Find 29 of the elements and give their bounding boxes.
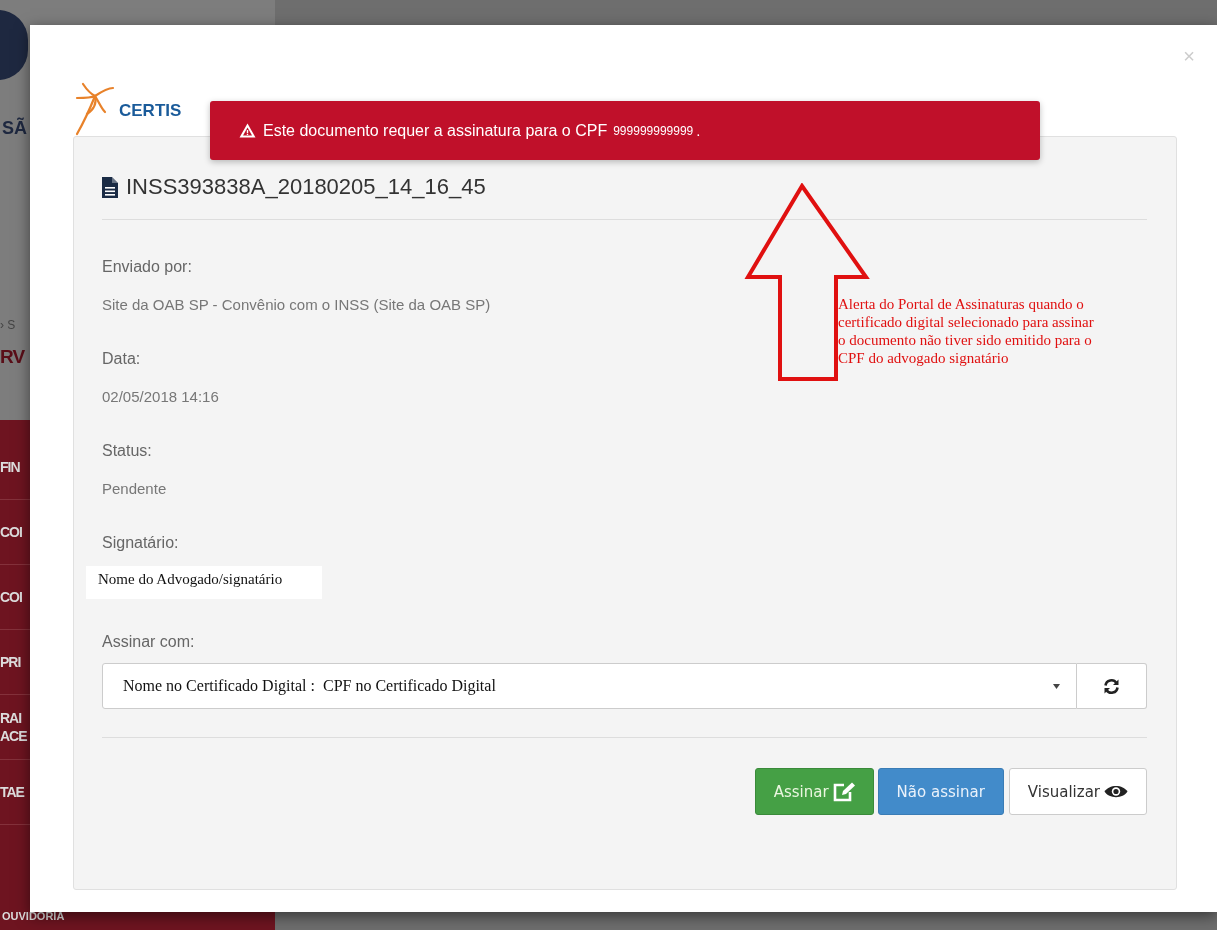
cpf-number: 999999999999 — [613, 123, 694, 138]
field-value: 02/05/2018 14:16 — [102, 388, 219, 407]
refresh-icon — [1103, 677, 1120, 695]
alert-period: . — [696, 122, 701, 139]
certificate-select[interactable]: Nome no Certificado Digital : CPF no Certificado Digital — [102, 663, 1077, 709]
field-value: Pendente — [102, 480, 167, 499]
annotation-text: Alerta do Portal de Assinaturas quando o certificado digital selecionado para assinar o documento não tiver sido emitido para o CPF do advogado signatário — [838, 295, 1095, 367]
eye-icon — [1104, 784, 1128, 799]
field-label: Enviado por: — [102, 258, 192, 277]
menu-item[interactable]: OUVIDORIA — [0, 910, 275, 930]
edit-icon — [832, 781, 855, 802]
logo-text: CERTIS — [119, 101, 182, 121]
warning-icon — [239, 123, 256, 138]
field-label: Signatário: — [102, 534, 179, 553]
page-heading: RV — [0, 346, 25, 368]
caret-icon — [1053, 683, 1060, 689]
document-title: INSS393838A_20180205_14_16_45 — [126, 174, 486, 200]
field-label: Assinar com: — [102, 633, 195, 652]
alert-message: Este documento requer a assinatura para o CPF — [263, 121, 608, 140]
field-value: Site da OAB SP - Convênio com o INSS (Site da OAB SP) — [102, 296, 491, 315]
view-button[interactable]: Visualizar — [1008, 768, 1147, 815]
document-icon — [102, 176, 118, 198]
site-logo-text: SÃ — [2, 118, 27, 139]
breadcrumb: › S — [0, 318, 16, 332]
field-label: Data: — [102, 350, 141, 369]
field-value: Nome do Advogado/signatário — [86, 566, 322, 599]
logo-icon — [73, 80, 117, 136]
refresh-button[interactable] — [1077, 663, 1147, 709]
field-label: Status: — [102, 442, 152, 461]
